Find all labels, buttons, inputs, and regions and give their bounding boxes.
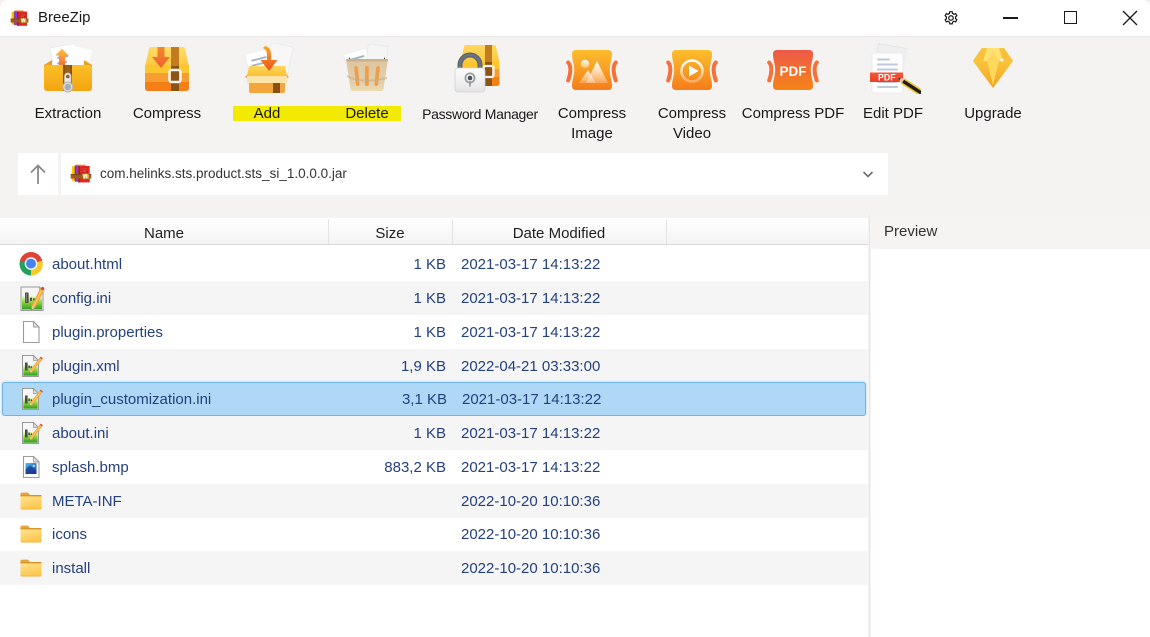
svg-text:PDF: PDF xyxy=(878,72,896,82)
svg-text:PDF: PDF xyxy=(780,64,807,79)
